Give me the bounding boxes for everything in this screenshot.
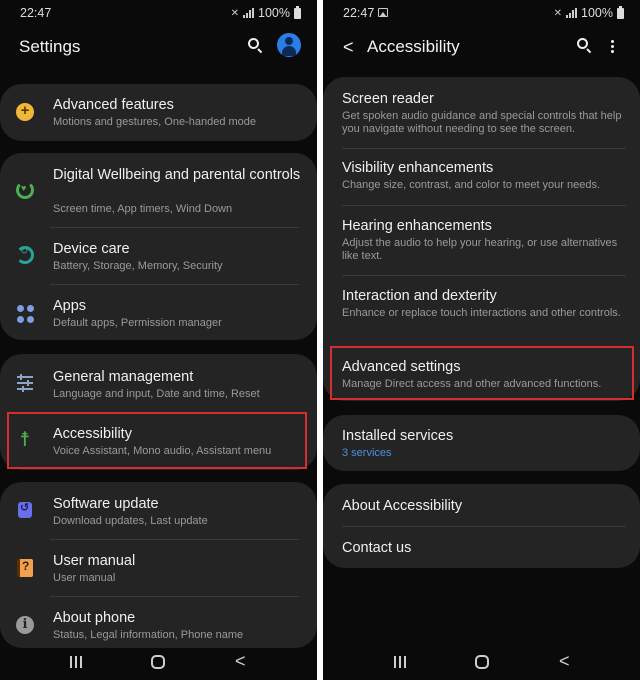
recents-icon[interactable] [70, 656, 82, 668]
item-sub: Adjust the audio to help your hearing, o… [342, 237, 618, 262]
item-sub: Battery, Storage, Memory, Security [53, 260, 223, 272]
accessibility-item-interaction[interactable]: Interaction and dexterity Enhance or rep… [323, 276, 640, 346]
signal-icon [566, 8, 578, 18]
status-bar: 22:47 ✕ 100% [0, 0, 317, 26]
gear-plus-icon [16, 102, 34, 121]
accessibility-item-installed-services[interactable]: Installed services 3 services [323, 415, 640, 471]
page-title: Accessibility [367, 37, 460, 56]
card-wellbeing-group: Digital Wellbeing and parental controls … [0, 153, 317, 340]
gallery-notification-icon [378, 8, 388, 17]
card-advanced: Advanced features Motions and gestures, … [0, 84, 317, 141]
signal-icon [243, 8, 255, 18]
info-icon [16, 616, 34, 634]
item-label: Hearing enhancements [342, 218, 492, 234]
accessibility-item-contact-us[interactable]: Contact us [323, 527, 640, 568]
settings-item-general-management[interactable]: General management Language and input, D… [0, 354, 317, 410]
settings-item-device-care[interactable]: Device care Battery, Storage, Memory, Se… [0, 228, 317, 284]
battery-percent: 100% [258, 6, 290, 20]
item-label: Contact us [342, 540, 412, 556]
item-label: Device care [53, 241, 130, 257]
navigation-bar: < [323, 650, 640, 680]
item-sub: Get spoken audio guidance and special co… [342, 110, 622, 135]
back-icon[interactable]: < [343, 37, 354, 58]
item-label: Visibility enhancements [342, 160, 494, 176]
highlight-advanced-settings [330, 346, 634, 400]
accessibility-item-visibility[interactable]: Visibility enhancements Change size, con… [323, 149, 640, 204]
settings-item-apps[interactable]: Apps Default apps, Permission manager [0, 285, 317, 340]
item-label: Screen reader [342, 91, 434, 107]
item-sub: User manual [53, 572, 116, 584]
accessibility-item-screen-reader[interactable]: Screen reader Get spoken audio guidance … [323, 77, 640, 147]
services-count: 3 services [342, 447, 392, 459]
item-label: User manual [53, 553, 136, 569]
accessibility-item-hearing[interactable]: Hearing enhancements Adjust the audio to… [323, 206, 640, 274]
item-sub: Motions and gestures, One-handed mode [53, 116, 257, 128]
settings-item-about-phone[interactable]: About phone Status, Legal information, P… [0, 597, 317, 649]
settings-item-user-manual[interactable]: User manual User manual [0, 540, 317, 596]
item-label: Installed services [342, 428, 454, 444]
apps-icon [17, 305, 35, 323]
home-icon[interactable] [475, 655, 489, 669]
wellbeing-icon [16, 181, 34, 199]
sliders-icon [16, 374, 34, 392]
item-sub: Download updates, Last update [53, 515, 208, 527]
item-sub: Screen time, App timers, Wind Down [53, 203, 233, 215]
search-icon[interactable] [577, 38, 593, 54]
more-options-icon[interactable] [611, 40, 615, 54]
item-sub: Language and input, Date and time, Reset [53, 388, 260, 400]
settings-item-advanced-features[interactable]: Advanced features Motions and gestures, … [0, 84, 317, 141]
software-update-icon [18, 501, 32, 518]
home-icon[interactable] [151, 655, 165, 669]
item-sub: Status, Legal information, Phone name [53, 629, 244, 641]
item-label: Software update [53, 496, 159, 512]
status-time: 22:47 [343, 6, 375, 20]
battery-icon [617, 5, 624, 19]
card-installed-services: Installed services 3 services [323, 415, 640, 471]
app-bar: < Accessibility [323, 28, 640, 68]
item-label: General management [53, 369, 194, 385]
status-time: 22:47 [20, 6, 52, 20]
recents-icon[interactable] [394, 656, 406, 668]
battery-icon [294, 5, 301, 19]
settings-item-software-update[interactable]: Software update Download updates, Last u… [0, 482, 317, 538]
status-bar: 22:47 ✕ 100% [323, 0, 640, 26]
item-label: Apps [53, 298, 87, 314]
nav-back-icon[interactable]: < [559, 651, 570, 672]
navigation-bar: < [0, 650, 317, 680]
item-label: About phone [53, 610, 136, 626]
app-bar: Settings [0, 28, 317, 68]
mute-icon: ✕ [553, 7, 563, 19]
highlight-accessibility [7, 412, 307, 469]
battery-percent: 100% [581, 6, 613, 20]
card-about-group: About Accessibility Contact us [323, 484, 640, 568]
nav-back-icon[interactable]: < [235, 651, 246, 672]
accessibility-screen: 22:47 ✕ 100% < Accessibility Screen read… [323, 0, 640, 680]
item-label: About Accessibility [342, 498, 463, 514]
page-title: Settings [19, 37, 81, 56]
mute-icon: ✕ [230, 7, 240, 19]
profile-icon[interactable] [277, 33, 301, 57]
settings-screen: 22:47 ✕ 100% Settings Advanced features … [0, 0, 317, 680]
device-care-icon [16, 246, 34, 264]
accessibility-item-about[interactable]: About Accessibility [323, 484, 640, 526]
user-manual-icon [17, 559, 33, 577]
item-sub: Default apps, Permission manager [53, 317, 222, 329]
item-label: Digital Wellbeing and parental controls [53, 167, 301, 183]
item-sub: Enhance or replace touch interactions an… [342, 307, 621, 319]
card-software-group: Software update Download updates, Last u… [0, 482, 317, 648]
settings-item-digital-wellbeing[interactable]: Digital Wellbeing and parental controls … [0, 153, 317, 226]
item-sub: Change size, contrast, and color to meet… [342, 179, 601, 191]
item-label: Advanced features [53, 97, 174, 113]
search-icon[interactable] [248, 38, 264, 54]
item-label: Interaction and dexterity [342, 288, 497, 304]
